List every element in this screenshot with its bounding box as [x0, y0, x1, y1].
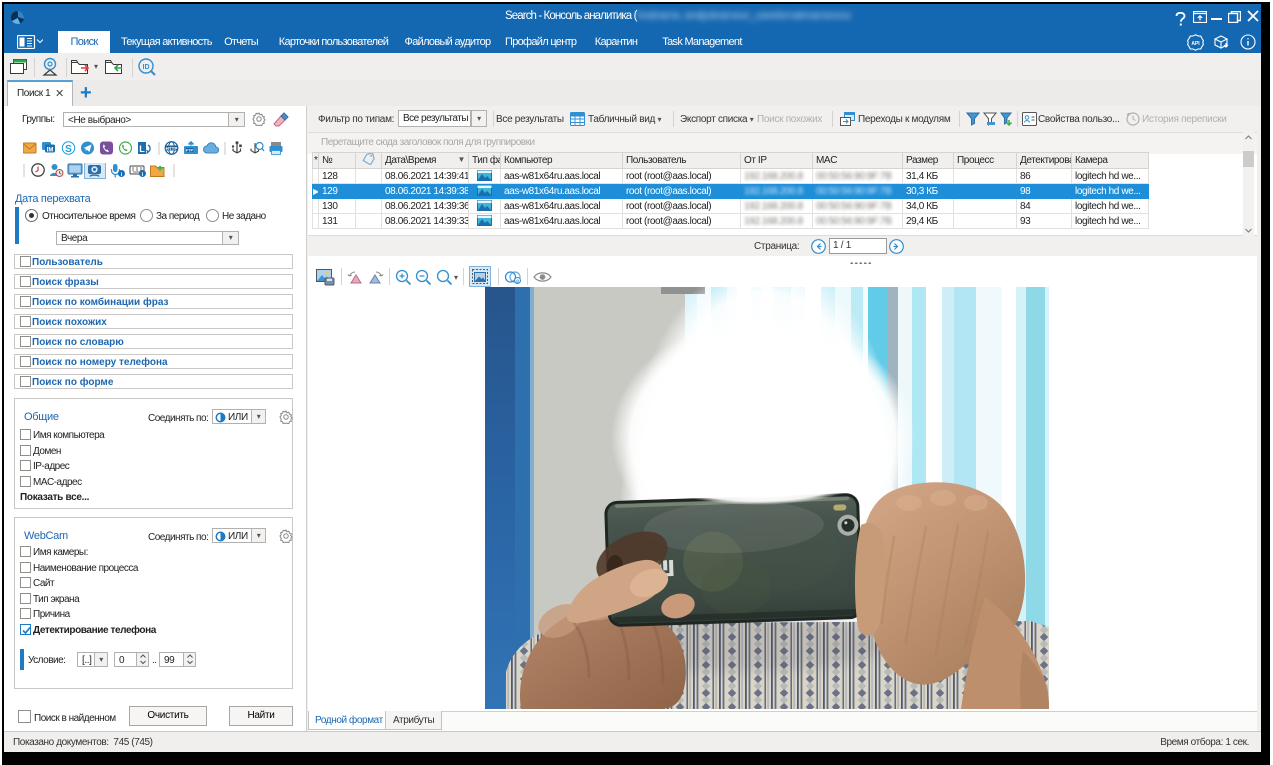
svg-text:FTP: FTP [186, 149, 194, 153]
svg-text:⚙: ⚙ [515, 279, 520, 285]
svg-text:ID: ID [143, 64, 150, 71]
svg-text:S: S [65, 144, 72, 155]
svg-text:IM: IM [47, 148, 54, 154]
svg-text:L: L [139, 144, 145, 154]
svg-text:API: API [1191, 41, 1200, 47]
svg-text:HTTP: HTTP [166, 146, 178, 151]
